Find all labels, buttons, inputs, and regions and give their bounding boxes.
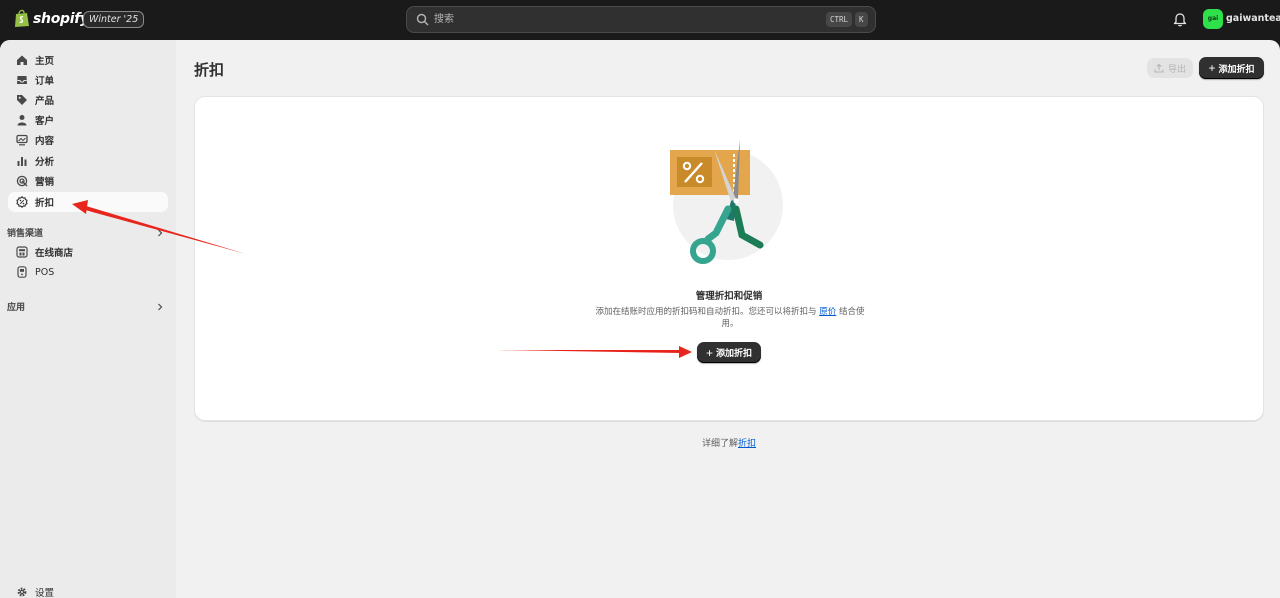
search-bar[interactable]: CTRL K xyxy=(406,6,876,33)
inbox-icon xyxy=(17,76,27,84)
home-icon xyxy=(17,55,27,65)
person-icon xyxy=(17,115,27,126)
sidebar-item-label: 折扣 xyxy=(35,198,55,209)
notification-bell-icon[interactable] xyxy=(1173,12,1187,27)
learn-more-footer: 详细了解折扣 xyxy=(194,436,1264,449)
sidebar-item-pos[interactable]: POS xyxy=(8,262,168,282)
chevron-right-icon[interactable] xyxy=(156,229,164,237)
version-badge[interactable]: Winter '25 xyxy=(83,11,145,28)
logo-text: shopify xyxy=(33,10,89,27)
add-discount-button-header[interactable]: + 添加折扣 xyxy=(1199,57,1264,79)
sales-channels-heading[interactable]: 销售渠道 xyxy=(7,226,43,239)
store-icon xyxy=(16,246,28,258)
search-input[interactable] xyxy=(434,7,814,32)
sidebar-item-settings[interactable]: 设置 xyxy=(8,582,168,598)
sidebar-item-label: 营销 xyxy=(35,177,55,188)
target-icon xyxy=(16,175,28,187)
sidebar-item-customers[interactable]: 客户 xyxy=(8,110,168,130)
sidebar-item-label: 设置 xyxy=(35,588,55,598)
apps-heading[interactable]: 应用 xyxy=(7,300,25,313)
discount-scissors-illustration xyxy=(670,140,783,264)
export-label: 导出 xyxy=(1167,63,1186,74)
sidebar-item-label: 分析 xyxy=(35,157,55,168)
sidebar-item-content[interactable]: 内容 xyxy=(8,130,168,150)
sidebar-item-label: 客户 xyxy=(35,116,55,127)
add-discount-button[interactable]: + 添加折扣 xyxy=(697,342,761,363)
empty-state-description: 添加在结账时应用的折扣码和自动折扣。您还可以将折扣与 原价 结合使用。 xyxy=(588,306,872,330)
content-icon xyxy=(16,134,28,146)
sidebar-item-label: 内容 xyxy=(35,136,55,147)
sidebar-item-label: 在线商店 xyxy=(35,248,74,259)
sidebar-item-discounts[interactable]: 折扣 xyxy=(8,192,168,212)
shopify-logo[interactable]: shopify xyxy=(14,9,89,28)
chart-icon xyxy=(17,157,27,166)
sidebar-item-online-store[interactable]: 在线商店 xyxy=(8,242,168,262)
plus-icon: + xyxy=(705,345,713,360)
sidebar-item-label: 主页 xyxy=(35,56,55,67)
export-button[interactable]: 导出 xyxy=(1147,58,1193,78)
top-bar: shopify Winter '25 CTRL K gai gaiwantea xyxy=(0,0,1280,40)
shopify-bag-icon xyxy=(15,9,29,27)
sidebar: 主页 订单 产品 客户 内容 分析 营销 折扣 销售渠道 在线商店 POS 应用… xyxy=(0,40,176,598)
sidebar-item-home[interactable]: 主页 xyxy=(8,50,168,70)
discount-icon xyxy=(16,196,28,208)
learn-more-discounts-link[interactable]: 折扣 xyxy=(738,439,756,449)
gear-icon xyxy=(17,587,27,597)
sidebar-item-label: 订单 xyxy=(35,76,55,87)
chevron-right-icon[interactable] xyxy=(156,303,164,311)
add-discount-label: 添加折扣 xyxy=(1218,63,1255,74)
sidebar-item-label: POS xyxy=(35,266,55,278)
add-discount-label: 添加折扣 xyxy=(716,348,753,358)
empty-state-heading: 管理折扣和促销 xyxy=(695,291,763,302)
sidebar-item-products[interactable]: 产品 xyxy=(8,90,168,110)
shortcut-ctrl-key: CTRL xyxy=(826,12,853,27)
description-text: 添加在结账时应用的折扣码和自动折扣。您还可以将折扣与 xyxy=(595,307,820,317)
store-name[interactable]: gaiwantea xyxy=(1226,13,1280,24)
learn-more-prefix: 详细了解 xyxy=(701,439,738,449)
sidebar-item-analytics[interactable]: 分析 xyxy=(8,151,168,171)
upload-icon xyxy=(1154,63,1164,73)
sidebar-item-label: 产品 xyxy=(35,96,55,107)
search-icon xyxy=(416,13,429,26)
app-frame: 主页 订单 产品 客户 内容 分析 营销 折扣 销售渠道 在线商店 POS 应用… xyxy=(0,40,1280,598)
tag-icon xyxy=(17,95,27,105)
store-avatar[interactable]: gai xyxy=(1203,9,1223,29)
sidebar-item-marketing[interactable]: 营销 xyxy=(8,171,168,191)
sidebar-item-orders[interactable]: 订单 xyxy=(8,70,168,90)
plus-icon: + xyxy=(1208,61,1216,75)
shortcut-k-key: K xyxy=(855,12,868,27)
pos-icon xyxy=(17,266,27,278)
compare-at-price-link[interactable]: 原价 xyxy=(819,307,836,317)
page-title: 折扣 xyxy=(194,61,225,79)
